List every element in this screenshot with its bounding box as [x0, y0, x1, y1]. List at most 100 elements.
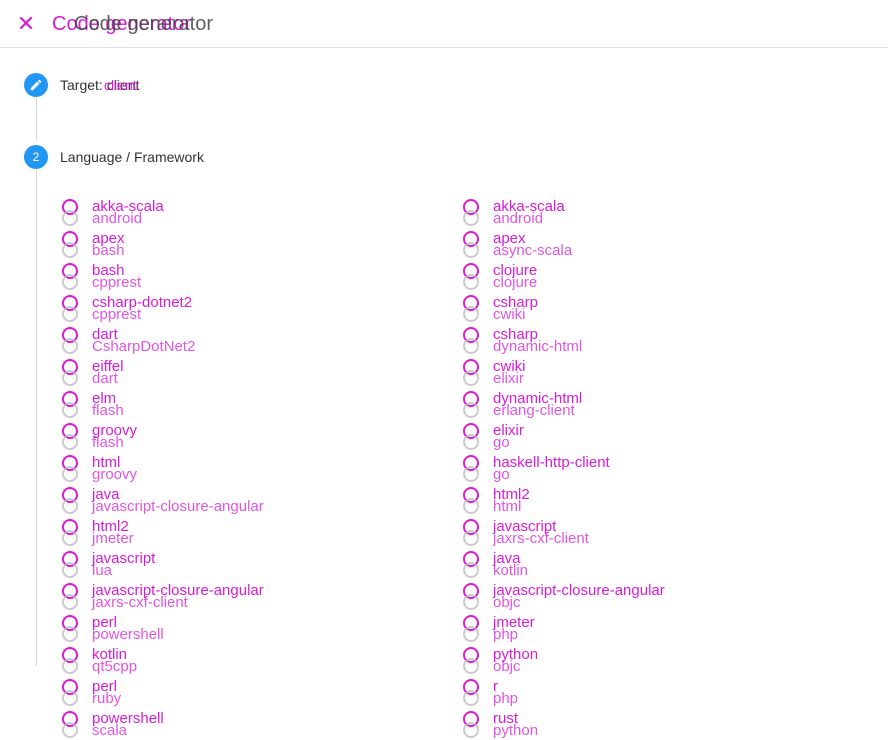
language-option-label: CsharpDotNet2	[92, 338, 196, 355]
language-option[interactable]: dynamic-html erlang-client	[463, 388, 823, 420]
radio-button[interactable]	[62, 338, 78, 354]
step-language-label[interactable]: Language / Framework	[60, 148, 204, 166]
language-option[interactable]: groovy flash	[62, 420, 422, 452]
language-option[interactable]: html2 html	[463, 484, 823, 516]
radio-button[interactable]	[62, 210, 78, 226]
radio-button[interactable]	[62, 498, 78, 514]
radio-button[interactable]	[62, 626, 78, 642]
language-option-label: qt5cpp	[92, 658, 138, 675]
radio-button[interactable]	[463, 466, 479, 482]
radio-button[interactable]	[463, 210, 479, 226]
radio-button[interactable]	[62, 658, 78, 674]
language-option-label: haskell-http-client	[493, 454, 610, 471]
language-option-label: jaxrs-cxf-client	[493, 530, 589, 547]
language-options-left: akka-scala android apex bash bash cpprest csha…	[62, 196, 422, 740]
language-option-label: php	[493, 690, 519, 707]
language-option[interactable]: rust python	[463, 708, 823, 740]
language-option[interactable]: csharp-dotnet2 cpprest	[62, 292, 422, 324]
language-option-label: lua	[92, 562, 113, 579]
radio-button[interactable]	[463, 370, 479, 386]
stepper-connector	[36, 170, 37, 666]
language-option[interactable]: javascript-closure-angular jaxrs-cxf-clie…	[62, 580, 422, 612]
language-option[interactable]: csharp dynamic-html	[463, 324, 823, 356]
language-option[interactable]: kotlin qt5cpp	[62, 644, 422, 676]
language-option-label: bash	[92, 242, 125, 259]
language-option-label: javascript-closure-angular	[92, 498, 264, 515]
language-option-label: powershell	[92, 626, 164, 643]
language-option-label: python	[493, 722, 539, 739]
language-option-label: android	[92, 210, 143, 227]
radio-button[interactable]	[62, 466, 78, 482]
step-target-badge[interactable]	[24, 73, 48, 97]
language-option[interactable]: akka-scala android	[463, 196, 823, 228]
step-language-badge[interactable]: 2	[24, 145, 48, 169]
language-option[interactable]: eiffel dart	[62, 356, 422, 388]
language-option-label: cpprest	[92, 306, 142, 323]
radio-button[interactable]	[62, 402, 78, 418]
language-option-label: html	[493, 498, 522, 515]
radio-button[interactable]	[463, 722, 479, 738]
app-header: ✕ Code generator Code generator	[0, 0, 888, 48]
language-option-label: cwiki	[493, 306, 526, 323]
language-option[interactable]: bash cpprest	[62, 260, 422, 292]
radio-button[interactable]	[463, 658, 479, 674]
radio-button[interactable]	[463, 338, 479, 354]
language-option-label: erlang-client	[493, 402, 575, 419]
radio-button[interactable]	[463, 530, 479, 546]
radio-button[interactable]	[463, 690, 479, 706]
page-title-shadow: Code generator	[74, 13, 213, 35]
language-option[interactable]: csharp cwiki	[463, 292, 823, 324]
radio-button[interactable]	[62, 690, 78, 706]
radio-button[interactable]	[463, 594, 479, 610]
radio-button[interactable]	[62, 274, 78, 290]
language-option[interactable]: perl ruby	[62, 676, 422, 708]
language-option[interactable]: jmeter php	[463, 612, 823, 644]
language-option[interactable]: html2 jmeter	[62, 516, 422, 548]
language-option[interactable]: powershell scala	[62, 708, 422, 740]
language-option[interactable]: elixir go	[463, 420, 823, 452]
radio-button[interactable]	[62, 562, 78, 578]
radio-button[interactable]	[62, 594, 78, 610]
language-option[interactable]: cwiki elixir	[463, 356, 823, 388]
language-option[interactable]: r php	[463, 676, 823, 708]
radio-button[interactable]	[62, 722, 78, 738]
language-option[interactable]: haskell-http-client go	[463, 452, 823, 484]
language-option[interactable]: javascript jaxrs-cxf-client	[463, 516, 823, 548]
close-icon[interactable]: ✕	[14, 12, 38, 36]
language-option-label: groovy	[92, 466, 138, 483]
pencil-icon	[30, 79, 42, 91]
language-option[interactable]: elm flash	[62, 388, 422, 420]
language-option[interactable]: java javascript-closure-angular	[62, 484, 422, 516]
language-option-label: cpprest	[92, 274, 142, 291]
radio-button[interactable]	[62, 530, 78, 546]
language-option[interactable]: dart CsharpDotNet2	[62, 324, 422, 356]
language-option[interactable]: akka-scala android	[62, 196, 422, 228]
radio-button[interactable]	[463, 562, 479, 578]
radio-button[interactable]	[463, 626, 479, 642]
language-option[interactable]: python objc	[463, 644, 823, 676]
language-option-label: elixir	[493, 370, 524, 387]
language-option-label: jmeter	[92, 530, 134, 547]
language-option[interactable]: java kotlin	[463, 548, 823, 580]
radio-button[interactable]	[62, 370, 78, 386]
radio-button[interactable]	[463, 306, 479, 322]
radio-button[interactable]	[463, 242, 479, 258]
language-option[interactable]: javascript lua	[62, 548, 422, 580]
radio-button[interactable]	[463, 274, 479, 290]
radio-button[interactable]	[62, 306, 78, 322]
language-option[interactable]: clojure clojure	[463, 260, 823, 292]
language-options-right: akka-scala android apex async-scala clojure c…	[463, 196, 823, 740]
language-option[interactable]: html groovy	[62, 452, 422, 484]
language-option[interactable]: javascript-closure-angular objc	[463, 580, 823, 612]
radio-button[interactable]	[463, 498, 479, 514]
language-option-label: go	[493, 434, 510, 451]
language-option[interactable]: perl powershell	[62, 612, 422, 644]
radio-button[interactable]	[62, 434, 78, 450]
radio-button[interactable]	[463, 402, 479, 418]
language-option[interactable]: apex async-scala	[463, 228, 823, 260]
language-option[interactable]: apex bash	[62, 228, 422, 260]
language-option-label: async-scala	[493, 242, 573, 259]
radio-button[interactable]	[62, 242, 78, 258]
language-option-label: jaxrs-cxf-client	[92, 594, 188, 611]
radio-button[interactable]	[463, 434, 479, 450]
